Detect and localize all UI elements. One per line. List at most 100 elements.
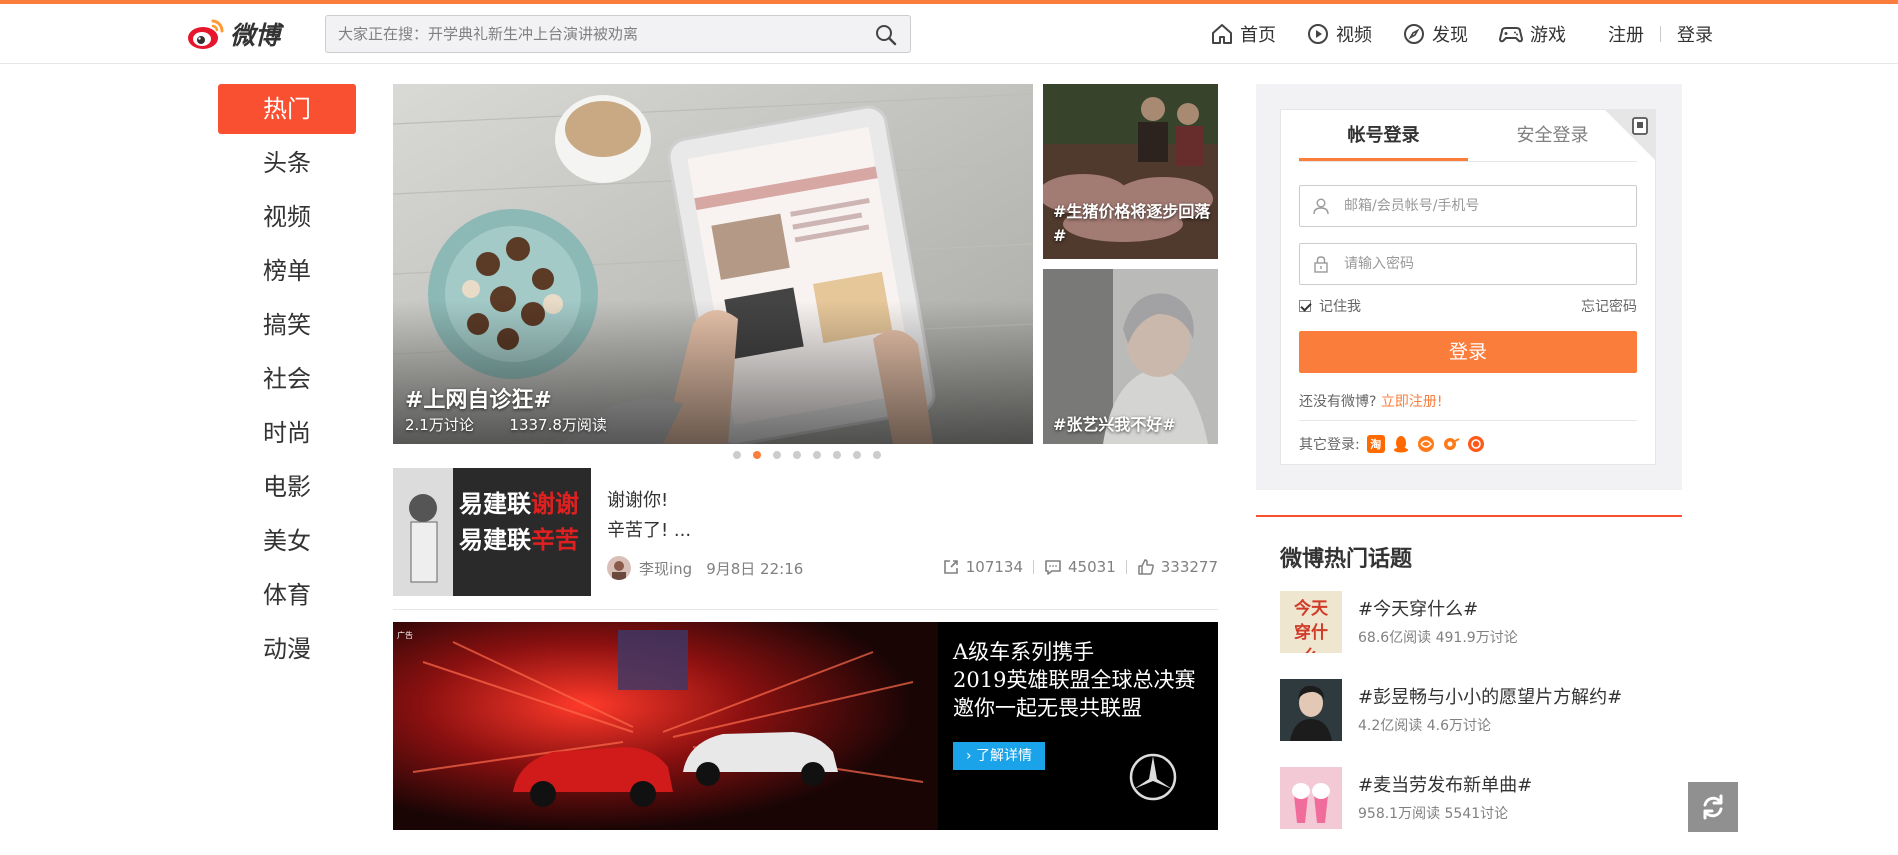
password-field (1299, 243, 1637, 285)
topic-name[interactable]: #今天穿什么# (1358, 595, 1478, 621)
register-link[interactable]: 注册 (1608, 21, 1644, 47)
nav-item-home[interactable]: 首页 (1210, 21, 1276, 47)
register-prompt: 还没有微博? 立即注册! (1299, 391, 1443, 411)
feature-side-title: #张艺兴我不好# (1053, 415, 1176, 434)
channel-ranking[interactable]: 榜单 (218, 246, 356, 300)
topic-name[interactable]: #彭昱畅与小小的愿望片方解约# (1358, 683, 1622, 709)
divider (1033, 560, 1035, 574)
feed-stats: 107134 45031 333277 (942, 558, 1218, 576)
channel-movies[interactable]: 电影 (218, 462, 356, 516)
nav-item-label: 首页 (1240, 25, 1276, 46)
channel-society[interactable]: 社会 (218, 354, 356, 408)
comment-count: 45031 (1068, 558, 1116, 576)
carousel-dot[interactable] (853, 451, 861, 459)
carousel-dot[interactable] (733, 451, 741, 459)
comment-icon (1045, 560, 1061, 575)
comment-button[interactable]: 45031 (1044, 558, 1116, 576)
search-icon[interactable] (874, 23, 898, 47)
feature-side-card-pork[interactable]: #生猪价格将逐步回落# (1043, 84, 1218, 259)
channel-fashion[interactable]: 时尚 (218, 408, 356, 462)
channel-anime[interactable]: 动漫 (218, 624, 356, 678)
tab-account-login[interactable]: 帐号登录 (1299, 110, 1468, 161)
360-icon[interactable] (1417, 435, 1435, 453)
topic-thumbnail (1280, 767, 1342, 829)
carousel-dot[interactable] (773, 451, 781, 459)
nav-item-discover[interactable]: 发现 (1402, 21, 1468, 47)
feed-item[interactable]: 易建联谢谢 易建联辛苦 谢谢你! 辛苦了! ... 李现ing 9月8日 22:… (393, 468, 1218, 610)
channel-sports[interactable]: 体育 (218, 570, 356, 624)
nav-item-label: 视频 (1336, 25, 1372, 46)
nav-item-label: 游戏 (1530, 25, 1566, 46)
login-button[interactable]: 登录 (1299, 331, 1637, 373)
channel-beauty[interactable]: 美女 (218, 516, 356, 570)
refresh-button[interactable] (1688, 782, 1738, 832)
username-field (1299, 185, 1637, 227)
hot-topic-item[interactable]: #麦当劳发布新单曲# 958.1万阅读 5541讨论 (1280, 767, 1660, 831)
login-panel: 帐号登录 安全登录 记住我 忘记密码 登 (1256, 84, 1682, 490)
hot-topic-item[interactable]: 今天穿什么 #今天穿什么# 68.6亿阅读 491.9万讨论 (1280, 591, 1660, 655)
channel-funny[interactable]: 搞笑 (218, 300, 356, 354)
feature-main-discuss: 2.1万讨论 (405, 416, 474, 434)
register-now-link[interactable]: 立即注册! (1381, 394, 1443, 410)
login-tabs: 帐号登录 安全登录 (1299, 110, 1637, 162)
channel-video[interactable]: 视频 (218, 192, 356, 246)
gamepad-icon (1499, 27, 1523, 43)
feed-author[interactable]: 李现ing (639, 558, 692, 579)
divider (1660, 26, 1661, 42)
username-input[interactable] (1344, 186, 1624, 226)
nav-item-games[interactable]: 游戏 (1498, 21, 1566, 47)
hot-topics-title: 微博热门话题 (1280, 547, 1413, 572)
no-account-text: 还没有微博? (1299, 394, 1377, 410)
carousel-dot[interactable] (753, 451, 761, 459)
baidu-icon[interactable] (1467, 435, 1485, 453)
like-button[interactable]: 333277 (1137, 558, 1218, 576)
thumb-text: 易建联 (459, 526, 531, 554)
feature-main-card[interactable]: #上网自诊狂# 2.1万讨论 1337.8万阅读 (393, 84, 1033, 444)
thumbs-up-icon (1137, 559, 1154, 575)
top-header: 微博 首页 视频 发现 (0, 4, 1898, 64)
thumb-text: 易建联 (459, 490, 531, 518)
feed-thumbnail[interactable]: 易建联谢谢 易建联辛苦 (393, 468, 591, 596)
video-icon (1308, 24, 1328, 44)
tianyi-icon[interactable] (1442, 435, 1460, 453)
ad-details-button[interactable]: › 了解详情 (953, 742, 1045, 770)
search-input[interactable] (338, 16, 868, 52)
like-count: 333277 (1160, 558, 1218, 576)
divider (1299, 420, 1637, 421)
ad-label: 广告 (397, 631, 413, 640)
feed-meta: 李现ing 9月8日 22:16 (607, 556, 803, 580)
other-login-label: 其它登录: (1299, 437, 1360, 453)
nav-item-label: 发现 (1432, 25, 1468, 46)
carousel-dot[interactable] (873, 451, 881, 459)
weibo-logo[interactable]: 微博 (186, 14, 280, 54)
login-link[interactable]: 登录 (1677, 21, 1713, 47)
lock-icon (1314, 256, 1328, 273)
remember-me[interactable]: 记住我 (1299, 296, 1361, 316)
channel-headlines[interactable]: 头条 (218, 138, 356, 192)
carousel-dot[interactable] (833, 451, 841, 459)
remember-checkbox[interactable] (1299, 300, 1311, 312)
logo-text: 微博 (230, 21, 281, 50)
qr-switch-icon[interactable] (1605, 110, 1655, 160)
forgot-password-link[interactable]: 忘记密码 (1581, 296, 1637, 316)
hot-topics-panel: 微博热门话题 今天穿什么 #今天穿什么# 68.6亿阅读 491.9万讨论 #彭… (1256, 515, 1682, 855)
ad-banner[interactable]: 广告 A级车系列携手 2019英雄联盟全球总决赛 邀你一起无畏共联盟 › 了解详… (393, 622, 1218, 830)
carousel-dot[interactable] (793, 451, 801, 459)
feature-main-reads: 1337.8万阅读 (509, 416, 607, 434)
password-input[interactable] (1344, 244, 1624, 284)
feed-content[interactable]: 谢谢你! 辛苦了! ... (607, 486, 691, 546)
feature-side-card-star[interactable]: #张艺兴我不好# (1043, 269, 1218, 444)
repost-count: 107134 (965, 558, 1024, 576)
avatar[interactable] (607, 556, 631, 580)
qq-icon[interactable] (1392, 435, 1410, 453)
nav-item-video[interactable]: 视频 (1306, 21, 1372, 47)
channel-hot[interactable]: 热门 (218, 84, 356, 134)
hot-topic-item[interactable]: #彭昱畅与小小的愿望片方解约# 4.2亿阅读 4.6万讨论 (1280, 679, 1660, 743)
repost-button[interactable]: 107134 (942, 558, 1023, 576)
carousel-dots (733, 451, 893, 459)
carousel-dot[interactable] (813, 451, 821, 459)
remember-label: 记住我 (1319, 299, 1361, 315)
taobao-icon[interactable]: 淘 (1366, 435, 1385, 453)
topic-name[interactable]: #麦当劳发布新单曲# (1358, 771, 1532, 797)
feed-line: 谢谢你! (607, 490, 669, 511)
